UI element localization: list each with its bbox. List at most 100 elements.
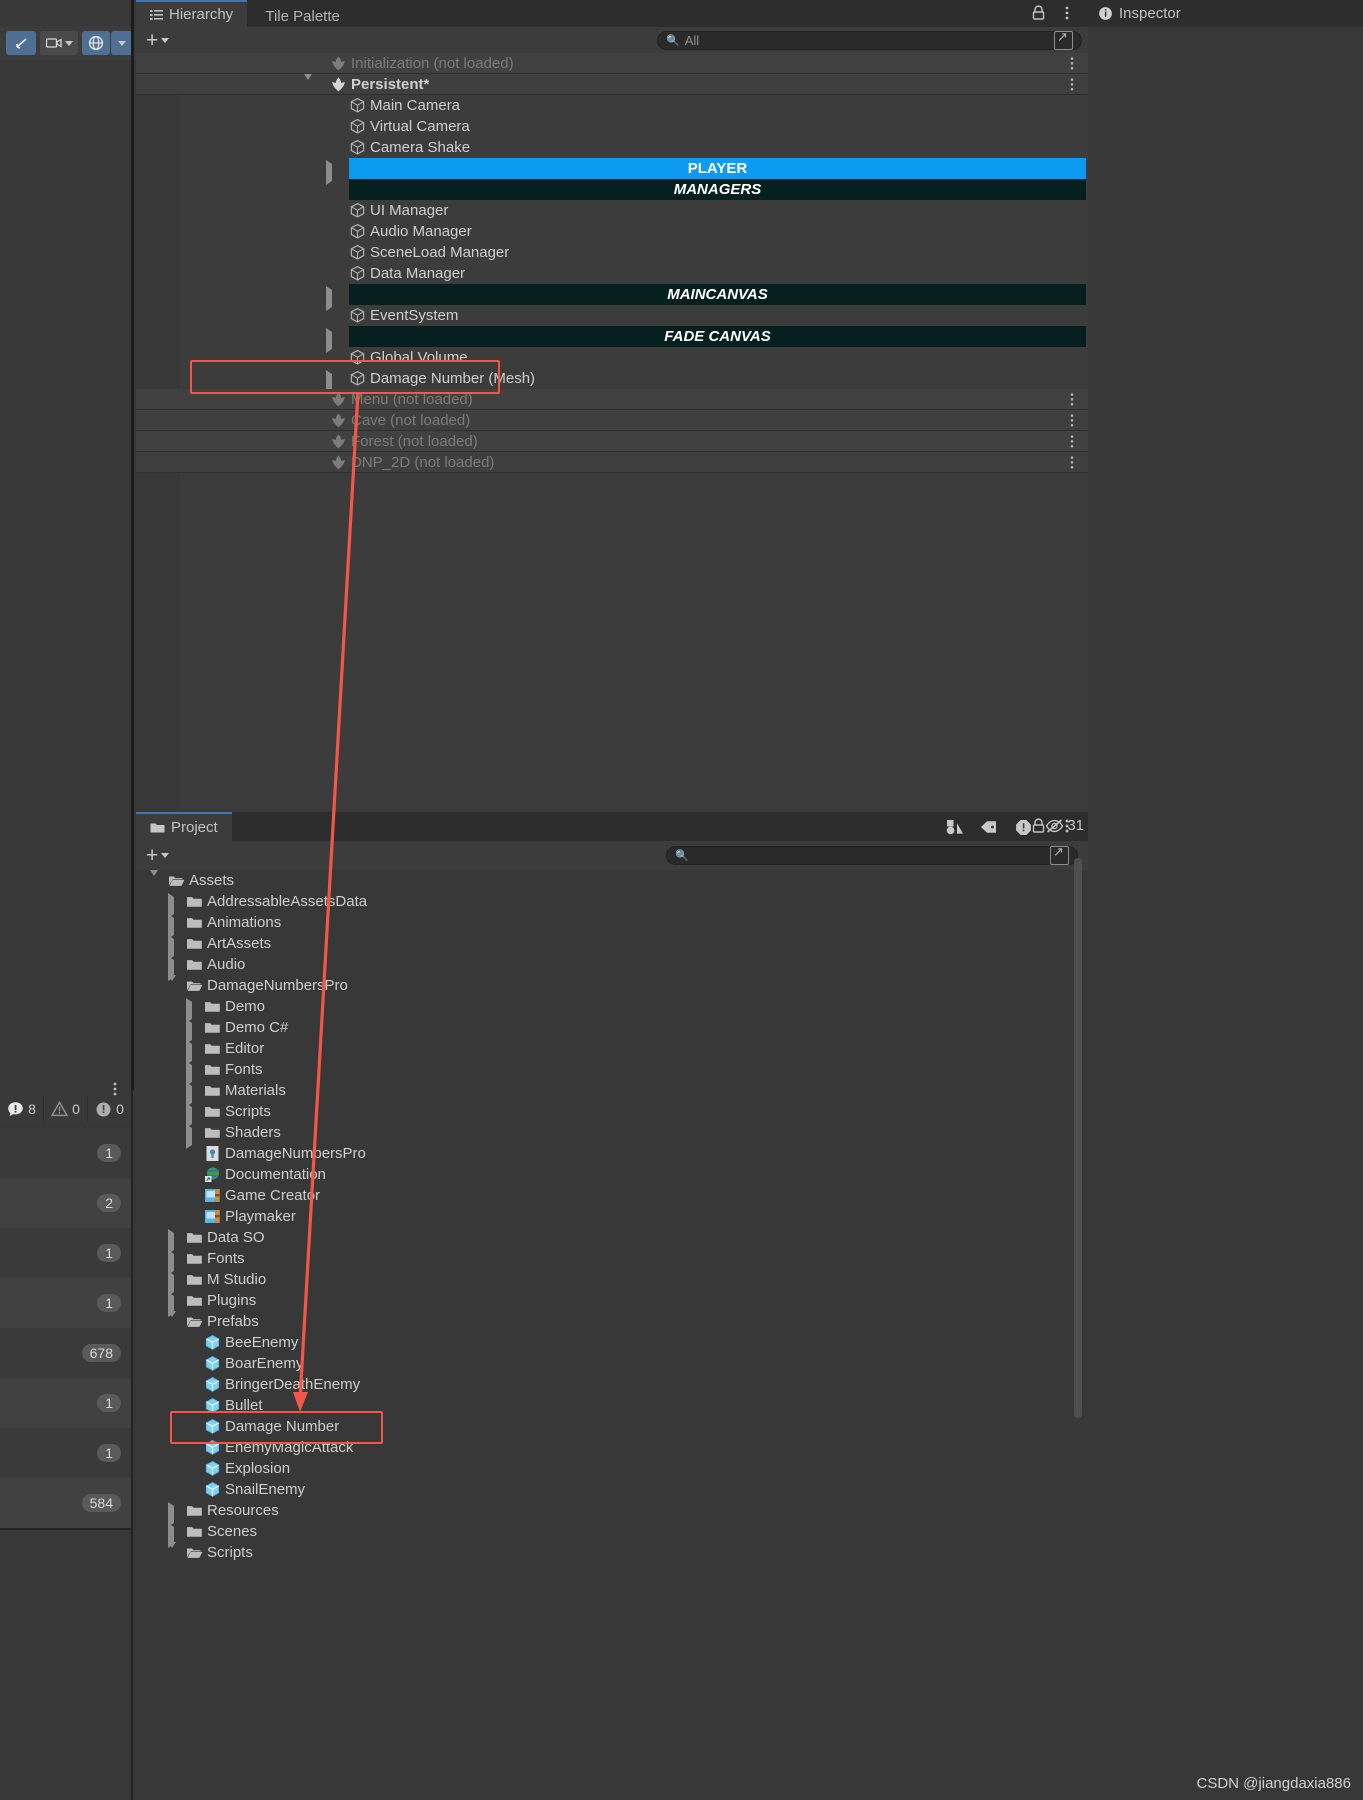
project-row[interactable]: Resources [136, 1500, 1088, 1527]
project-row[interactable]: Audio [136, 954, 1088, 981]
filter-by-label-button[interactable] [973, 817, 1004, 837]
hierarchy-row[interactable]: Menu (not loaded) [136, 389, 1088, 410]
hierarchy-group-bar[interactable]: PLAYER [349, 158, 1086, 179]
console-status-button[interactable] [1007, 817, 1038, 837]
hierarchy-row[interactable]: Data Manager [136, 263, 1088, 284]
tab-hierarchy[interactable]: Hierarchy [136, 0, 248, 27]
project-row[interactable]: Prefabs [136, 1311, 1088, 1334]
project-row[interactable]: Scripts [136, 1542, 1088, 1565]
twisty-open-icon[interactable] [168, 1311, 176, 1334]
hierarchy-row[interactable]: Persistent* [136, 74, 1088, 97]
project-row[interactable]: DamageNumbersPro [136, 975, 1088, 998]
project-row[interactable]: Animations [136, 912, 1088, 939]
project-row[interactable]: Assets [136, 870, 1088, 893]
hierarchy-row[interactable]: UI Manager [136, 200, 1088, 221]
expand-search-icon[interactable] [1050, 844, 1069, 865]
hierarchy-row[interactable]: MANAGERS [136, 179, 1088, 200]
hierarchy-row[interactable]: Global Volume [136, 347, 1088, 368]
console-info-count[interactable]: 0 [88, 1096, 131, 1122]
project-add-button[interactable]: + [140, 845, 175, 866]
hierarchy-search-input[interactable]: 🔍 All [657, 29, 1082, 50]
project-row[interactable]: Explosion [136, 1458, 1088, 1479]
project-row[interactable]: M Studio [136, 1269, 1088, 1296]
hierarchy-row[interactable]: Initialization (not loaded) [136, 53, 1088, 74]
project-row[interactable]: Plugins [136, 1290, 1088, 1317]
camera-button[interactable] [40, 31, 78, 55]
project-row[interactable]: Materials [136, 1080, 1088, 1107]
project-toolbar[interactable]: + 🔍 ↗ 31 [136, 817, 1088, 870]
project-row[interactable]: Game Creator [136, 1185, 1088, 1206]
kebab-menu-icon [1070, 57, 1074, 70]
hierarchy-toolbar[interactable]: + 🔍 All [136, 27, 1088, 53]
row-content: Global Volume [349, 349, 468, 366]
project-row[interactable]: BringerDeathEnemy [136, 1374, 1088, 1395]
project-row[interactable]: Demo C# [136, 1017, 1088, 1044]
project-row[interactable]: Demo [136, 996, 1088, 1023]
hierarchy-row[interactable]: Virtual Camera [136, 116, 1088, 137]
project-row[interactable]: Bullet [136, 1395, 1088, 1416]
tab-project[interactable]: Project [136, 812, 232, 841]
hierarchy-group-bar[interactable]: FADE CANVAS [349, 326, 1086, 347]
hierarchy-row[interactable]: Forest (not loaded) [136, 431, 1088, 452]
hierarchy-menu-button[interactable] [1060, 4, 1074, 26]
hierarchy-row[interactable]: Cave (not loaded) [136, 410, 1088, 431]
hierarchy-group-bar[interactable]: MAINCANVAS [349, 284, 1086, 305]
project-row[interactable]: Scenes [136, 1521, 1088, 1548]
project-row[interactable]: Data SO [136, 1227, 1088, 1254]
hierarchy-row[interactable]: MAINCANVAS [136, 284, 1088, 311]
project-row[interactable]: Fonts [136, 1059, 1088, 1086]
project-row[interactable]: SnailEnemy [136, 1479, 1088, 1500]
project-row[interactable]: DamageNumbersPro [136, 1143, 1088, 1164]
hierarchy-lock-button[interactable] [1031, 4, 1046, 26]
project-row[interactable]: AddressableAssetsData [136, 891, 1088, 918]
project-row[interactable]: ArtAssets [136, 933, 1088, 960]
project-row[interactable]: EnemyMagicAttack [136, 1437, 1088, 1458]
hierarchy-row[interactable]: EventSystem [136, 305, 1088, 326]
globe-dropdown-button[interactable] [111, 31, 133, 55]
project-row[interactable]: Editor [136, 1038, 1088, 1065]
tab-tile-palette[interactable]: Tile Palette [251, 3, 353, 30]
gameobject-icon [350, 139, 365, 155]
project-row[interactable]: Damage Number [136, 1416, 1088, 1437]
filter-by-type-button[interactable] [939, 817, 970, 837]
project-row[interactable]: Scripts [136, 1101, 1088, 1128]
hierarchy-row-label: SceneLoad Manager [370, 244, 510, 261]
hierarchy-row[interactable]: SceneLoad Manager [136, 242, 1088, 263]
project-search-input[interactable]: 🔍 [666, 844, 1078, 865]
expand-search-icon[interactable] [1054, 29, 1073, 50]
hierarchy-row[interactable]: DNP_2D (not loaded) [136, 452, 1088, 473]
project-row[interactable]: Playmaker [136, 1206, 1088, 1227]
hierarchy-row[interactable]: Damage Number (Mesh) [136, 368, 1088, 395]
console-error-count[interactable]: 8 [0, 1096, 44, 1122]
project-row[interactable]: Fonts [136, 1248, 1088, 1275]
hierarchy-row[interactable]: Camera Shake [136, 137, 1088, 158]
project-row[interactable]: Documentation [136, 1164, 1088, 1185]
project-row[interactable]: BeeEnemy [136, 1332, 1088, 1353]
twisty-open-icon[interactable] [168, 1542, 176, 1565]
hierarchy-group-bar[interactable]: MANAGERS [349, 179, 1086, 200]
project-row[interactable]: Shaders [136, 1122, 1088, 1149]
row-twisty[interactable] [168, 1542, 176, 1565]
row-content: Fonts [186, 1250, 245, 1267]
row-content: Virtual Camera [349, 118, 470, 135]
hand-tool-button[interactable] [6, 31, 36, 55]
left-number-pill: 584 [81, 1494, 121, 1512]
hierarchy-add-button[interactable]: + [140, 30, 175, 51]
prefab-icon [205, 1398, 220, 1413]
hierarchy-row[interactable]: Audio Manager [136, 221, 1088, 242]
tab-inspector[interactable]: Inspector [1088, 0, 1363, 27]
hierarchy-row[interactable]: FADE CANVAS [136, 326, 1088, 353]
hidden-items-button[interactable]: 31 [1045, 817, 1084, 834]
twisty-open-icon[interactable] [168, 975, 176, 998]
hierarchy-row[interactable]: Main Camera [136, 95, 1088, 116]
hierarchy-row[interactable]: PLAYER [136, 158, 1088, 185]
search-icon: 🔍 [675, 850, 689, 862]
project-scrollbar[interactable] [1074, 858, 1082, 1418]
globe-button[interactable] [82, 31, 110, 55]
console-warning-count[interactable]: 0 [44, 1096, 88, 1122]
left-number-row: 1 [0, 1428, 131, 1478]
gameobject-icon [350, 202, 365, 218]
twisty-open-icon[interactable] [150, 870, 158, 893]
scene-view-toolbar[interactable] [0, 26, 136, 60]
project-row[interactable]: BoarEnemy [136, 1353, 1088, 1374]
